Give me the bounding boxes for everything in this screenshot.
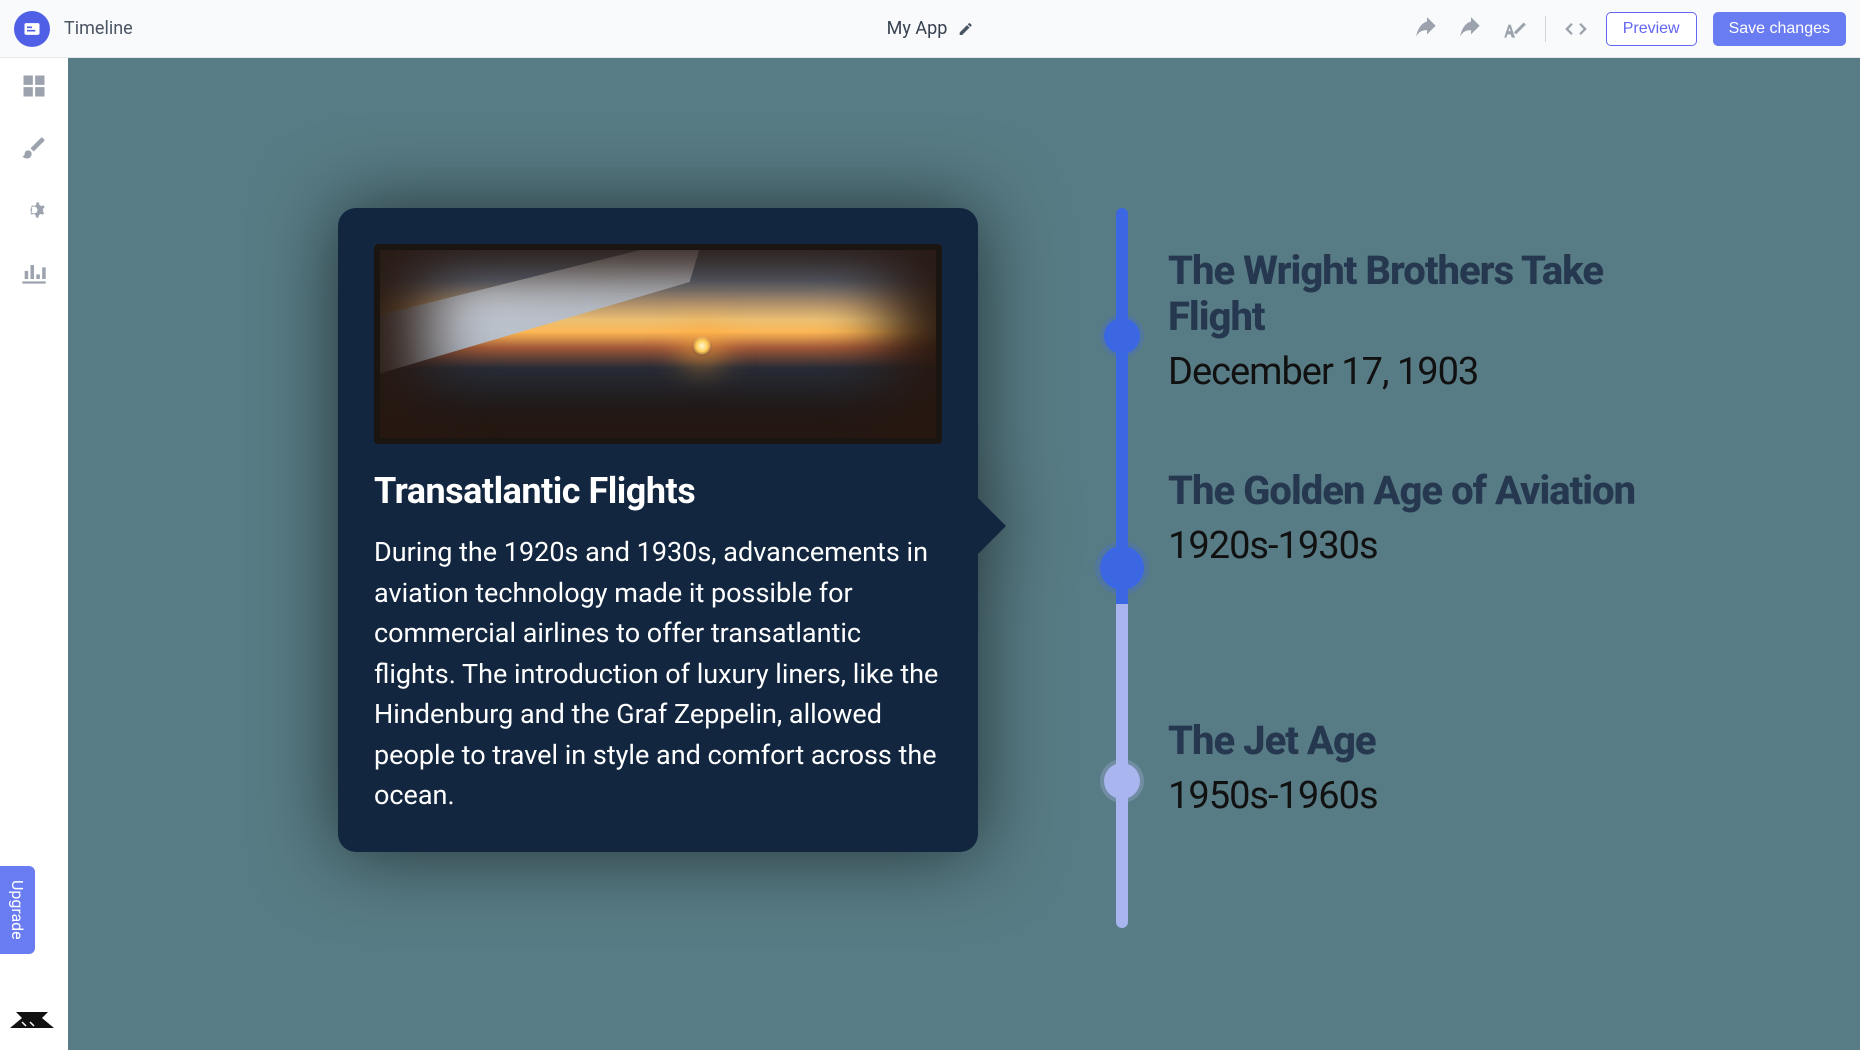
preview-button[interactable]: Preview bbox=[1606, 12, 1697, 46]
timeline-entry-date: 1920s-1930s bbox=[1168, 524, 1648, 568]
console-icon[interactable] bbox=[10, 1008, 54, 1034]
save-button[interactable]: Save changes bbox=[1713, 12, 1846, 46]
timeline: The Wright Brothers Take Flight December… bbox=[1068, 208, 1668, 928]
card-title: Transatlantic Flights bbox=[374, 470, 942, 512]
redo-button[interactable] bbox=[1457, 15, 1485, 43]
settings-icon[interactable] bbox=[20, 196, 48, 224]
topbar-actions: Preview Save changes bbox=[1413, 12, 1846, 46]
app-name-container[interactable]: My App bbox=[887, 18, 974, 39]
data-icon[interactable] bbox=[20, 72, 48, 100]
card-body: During the 1920s and 1930s, advancements… bbox=[374, 532, 942, 816]
timeline-dot-active[interactable] bbox=[1100, 546, 1144, 590]
timeline-entry[interactable]: The Wright Brothers Take Flight December… bbox=[1168, 248, 1648, 394]
edit-icon[interactable] bbox=[957, 21, 973, 37]
timeline-entry-date: December 17, 1903 bbox=[1168, 350, 1648, 394]
app-name: My App bbox=[887, 18, 948, 39]
timeline-entry[interactable]: The Golden Age of Aviation 1920s-1930s bbox=[1168, 468, 1648, 568]
brush-icon[interactable] bbox=[20, 134, 48, 162]
divider bbox=[1545, 16, 1546, 42]
page-title: Timeline bbox=[64, 18, 133, 39]
canvas: Transatlantic Flights During the 1920s a… bbox=[68, 58, 1860, 1050]
timeline-entry-title: The Golden Age of Aviation bbox=[1168, 468, 1648, 514]
timeline-entry-title: The Jet Age bbox=[1168, 718, 1648, 764]
analytics-icon[interactable] bbox=[20, 258, 48, 286]
timeline-entry-date: 1950s-1960s bbox=[1168, 774, 1648, 818]
upgrade-button[interactable]: Upgrade bbox=[0, 866, 35, 954]
timeline-entry-title: The Wright Brothers Take Flight bbox=[1168, 248, 1648, 340]
page-type-icon bbox=[14, 11, 50, 47]
timeline-entry[interactable]: The Jet Age 1950s-1960s bbox=[1168, 718, 1648, 818]
timeline-dot[interactable] bbox=[1104, 763, 1140, 799]
undo-button[interactable] bbox=[1413, 15, 1441, 43]
timeline-dot[interactable] bbox=[1104, 318, 1140, 354]
tools-button[interactable] bbox=[1501, 15, 1529, 43]
topbar: Timeline My App Preview Save changes bbox=[0, 0, 1860, 58]
detail-card: Transatlantic Flights During the 1920s a… bbox=[338, 208, 978, 852]
code-button[interactable] bbox=[1562, 15, 1590, 43]
card-image bbox=[374, 244, 942, 444]
